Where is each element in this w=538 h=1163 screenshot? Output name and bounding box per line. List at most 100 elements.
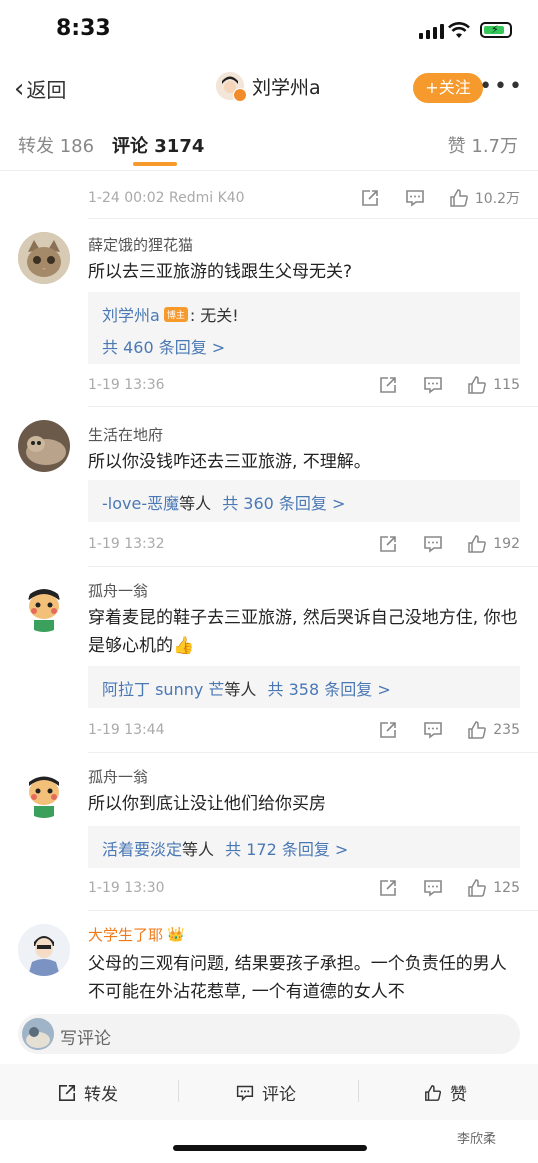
like-count: 235 <box>493 722 520 738</box>
thumbs-up-icon <box>468 879 487 897</box>
like-count: 192 <box>493 536 520 552</box>
chevron-left-icon: ‹ <box>14 73 25 104</box>
reply-count-link[interactable]: 共 360 条回复 > <box>222 494 345 513</box>
tab-active-indicator <box>133 162 177 166</box>
comment-author[interactable]: 生活在地府 <box>88 424 163 445</box>
repost-icon <box>58 1084 76 1101</box>
thumbs-up-icon <box>468 721 487 739</box>
reply-count-link[interactable]: 共 358 条回复 > <box>268 680 391 699</box>
divider <box>88 218 538 219</box>
like-button[interactable]: 赞 <box>424 1080 467 1105</box>
avatar <box>22 1018 54 1050</box>
reply-icon[interactable] <box>405 189 425 207</box>
comment-item: 大学生了耶 👑 父母的三观有问题, 结果要孩子承担。一个负责任的男人不可能在外沾… <box>0 918 538 1010</box>
comment-time: 1-24 00:02 Redmi K40 <box>88 190 245 206</box>
comment-placeholder: 写评论 <box>60 1029 111 1049</box>
nav-user[interactable]: 刘学州a <box>216 72 321 102</box>
reply-icon[interactable] <box>423 879 443 897</box>
reply-count-link[interactable]: 共 460 条回复 > <box>102 334 225 358</box>
share-icon[interactable] <box>379 376 397 394</box>
comment-input[interactable]: 写评论 <box>18 1014 520 1054</box>
thumbs-up-icon <box>468 535 487 553</box>
avatar[interactable] <box>18 924 70 976</box>
like-button[interactable]: 125 <box>467 878 520 898</box>
repost-label: 转发 <box>84 1085 118 1105</box>
avatar[interactable] <box>18 232 70 284</box>
tab-bar: 转发 186 评论 3174 赞 1.7万 <box>0 116 538 171</box>
divider <box>358 1080 359 1102</box>
tab-likes[interactable]: 赞 1.7万 <box>448 132 518 158</box>
watermark-text: 李欣柔 <box>457 1132 497 1147</box>
reply-preview[interactable]: -love-恶魔等人 共 360 条回复 > <box>88 480 520 522</box>
thumbs-up-icon <box>468 376 487 394</box>
comment-text: 父母的三观有问题, 结果要孩子承担。一个负责任的男人不可能在外沾花惹草, 一个有… <box>88 954 507 1002</box>
cat-avatar-icon <box>18 232 70 284</box>
reply-users[interactable]: 活着要淡定 <box>102 840 182 859</box>
reply-users[interactable]: -love-恶魔 <box>102 494 179 513</box>
reply-preview[interactable]: 活着要淡定等人 共 172 条回复 > <box>88 826 520 868</box>
reply-suffix: 等人 <box>224 680 257 699</box>
battery-icon: ⚡ <box>480 22 512 38</box>
comment-author[interactable]: 孤舟一翁 <box>88 580 148 601</box>
like-button[interactable]: 10.2万 <box>449 188 520 208</box>
thumbs-up-icon <box>425 1084 442 1101</box>
comment-actions: 115 <box>379 375 520 395</box>
more-icon[interactable]: ••• <box>479 74 524 99</box>
like-button[interactable]: 235 <box>467 720 520 740</box>
avatar[interactable] <box>18 580 70 632</box>
signal-icon <box>419 24 444 39</box>
share-icon[interactable] <box>379 879 397 897</box>
repost-button[interactable]: 转发 <box>58 1080 118 1105</box>
user-avatar-icon <box>22 1018 54 1050</box>
comment-time: 1-19 13:44 <box>88 722 165 738</box>
reply-suffix: 等人 <box>182 840 215 859</box>
share-icon[interactable] <box>361 189 379 207</box>
comment-author[interactable]: 大学生了耶 👑 <box>88 924 184 945</box>
wifi-icon <box>448 22 470 38</box>
comment-time: 1-19 13:30 <box>88 880 165 896</box>
like-button[interactable]: 192 <box>467 534 520 554</box>
reply-text: : 无关! <box>189 306 239 325</box>
avatar[interactable] <box>18 766 70 818</box>
like-count: 115 <box>493 377 520 393</box>
divider <box>88 752 538 753</box>
author-name: 大学生了耶 <box>88 926 164 944</box>
like-button[interactable]: 115 <box>467 375 520 395</box>
reply-icon[interactable] <box>423 535 443 553</box>
share-icon[interactable] <box>379 535 397 553</box>
avatar[interactable] <box>18 420 70 472</box>
blogger-badge: 博主 <box>163 306 188 322</box>
reply-preview[interactable]: 阿拉丁 sunny 芒等人 共 358 条回复 > <box>88 666 520 708</box>
comment-author[interactable]: 孤舟一翁 <box>88 766 148 787</box>
student-avatar-icon <box>18 924 70 976</box>
avatar[interactable] <box>216 72 247 102</box>
reply-author[interactable]: 刘学州a <box>102 302 160 326</box>
thumbs-up-icon <box>450 189 468 207</box>
cartoon-boy-avatar-icon <box>18 766 70 818</box>
divider <box>88 910 538 911</box>
comment-text: 所以你到底让没让他们给你买房 <box>88 794 326 814</box>
like-count: 10.2万 <box>474 191 520 207</box>
comment-actions: 192 <box>379 534 520 554</box>
comment-text: 穿着麦昆的鞋子去三亚旅游, 然后哭诉自己没地方住, 你也是够心机的👍 <box>88 608 518 656</box>
follow-button[interactable]: +关注 <box>413 73 483 103</box>
nav-username: 刘学州a <box>252 76 321 99</box>
home-indicator <box>173 1145 367 1151</box>
status-bar: 8:33 ⚡ <box>0 0 538 60</box>
back-button[interactable]: ‹ 返回 <box>14 74 66 103</box>
reply-count-link[interactable]: 共 172 条回复 > <box>225 840 348 859</box>
reply-icon[interactable] <box>423 721 443 739</box>
comment-button[interactable]: 评论 <box>236 1080 296 1105</box>
comment-time: 1-19 13:32 <box>88 536 165 552</box>
back-label: 返回 <box>26 78 67 102</box>
share-icon[interactable] <box>379 721 397 739</box>
reply-preview[interactable]: 刘学州a 博主 : 无关! 共 460 条回复 > <box>88 292 520 364</box>
tab-comments[interactable]: 评论 3174 <box>112 132 204 158</box>
tab-repost[interactable]: 转发 186 <box>18 132 94 158</box>
divider <box>88 406 538 407</box>
reply-users[interactable]: 阿拉丁 sunny 芒 <box>102 680 224 699</box>
comment-author[interactable]: 薛定饿的狸花猫 <box>88 234 193 255</box>
comment-actions: 125 <box>379 878 520 898</box>
cat-avatar-icon <box>18 420 70 472</box>
reply-icon[interactable] <box>423 376 443 394</box>
